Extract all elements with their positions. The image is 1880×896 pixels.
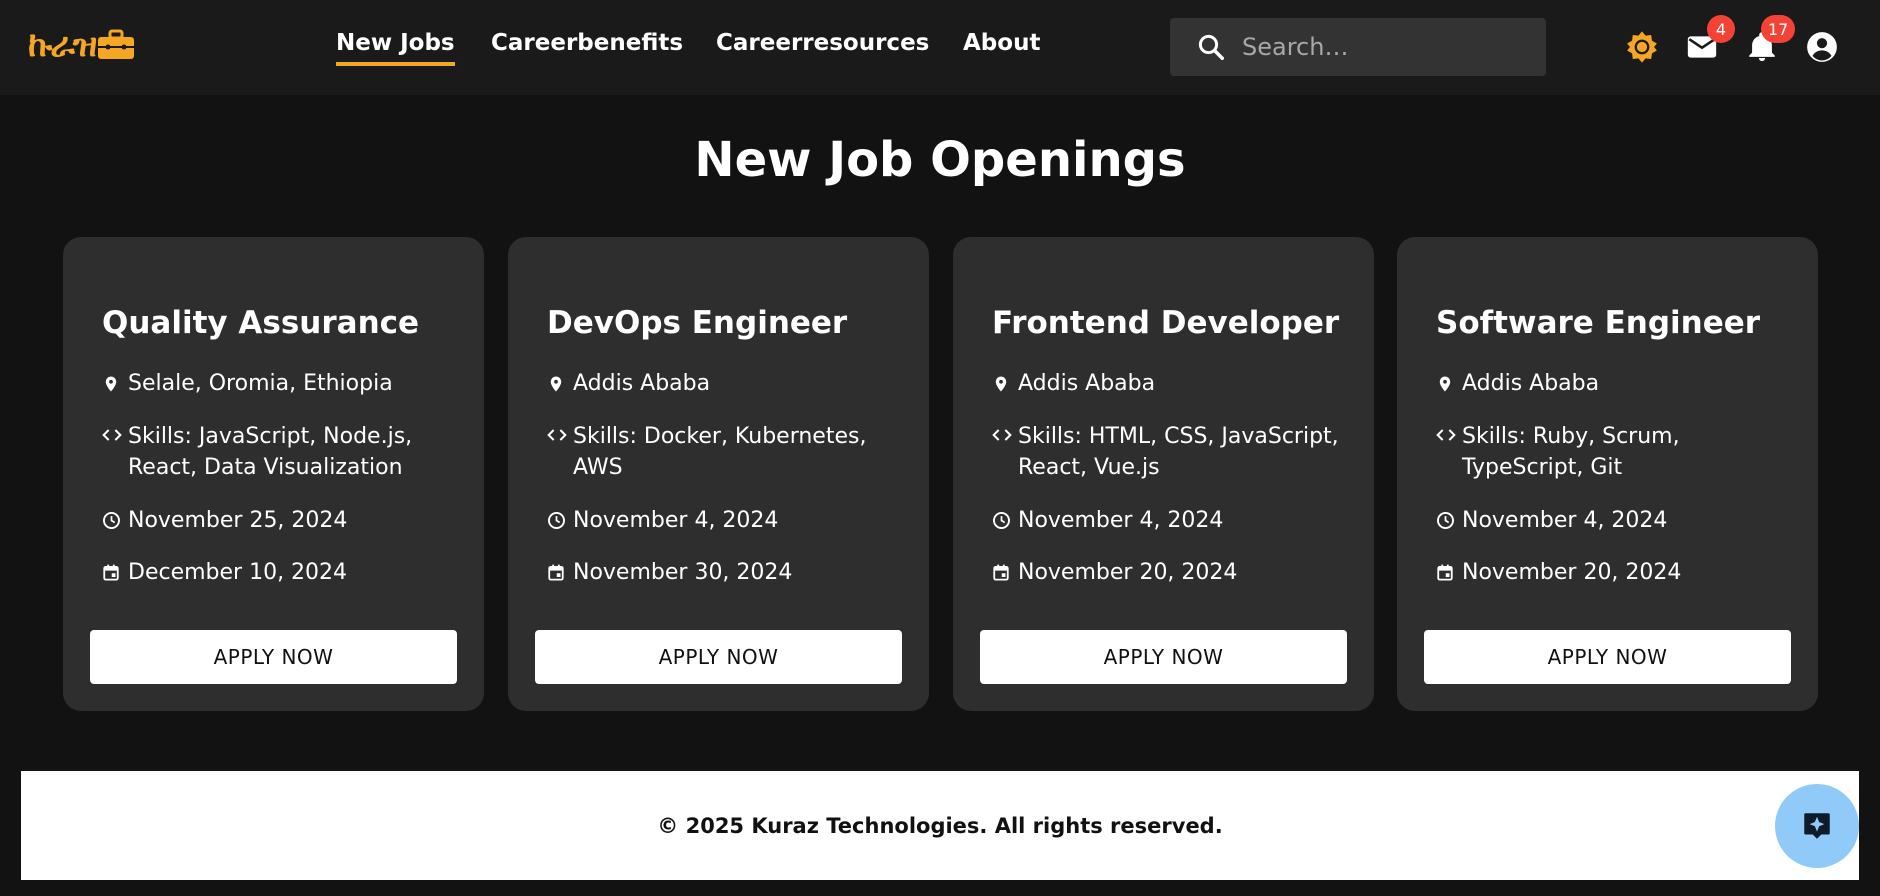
theme-toggle-icon[interactable] [1625, 30, 1659, 64]
search-icon [1198, 34, 1224, 60]
job-skills: Skills: HTML, CSS, JavaScript, React, Vu… [1018, 424, 1339, 480]
top-app-bar: ኩራዝ New Jobs Careerbenefits Careerresour… [0, 0, 1880, 95]
code-icon [992, 421, 1018, 483]
messages-count-badge: 4 [1707, 15, 1735, 43]
job-deadline-row: November 20, 2024 [992, 557, 1344, 588]
job-deadline-date: November 30, 2024 [573, 560, 793, 585]
job-location-row: Addis Ababa [992, 368, 1344, 399]
calendar-icon [547, 557, 573, 588]
location-pin-icon [992, 368, 1018, 399]
page-title: New Job Openings [694, 132, 1186, 188]
job-location: Selale, Oromia, Ethiopia [128, 371, 393, 396]
job-location: Addis Ababa [1018, 371, 1156, 396]
clock-icon [1436, 505, 1462, 536]
job-skills: Skills: Docker, Kubernetes, AWS [573, 424, 867, 480]
notifications-button[interactable]: 17 [1745, 15, 1796, 64]
code-icon [547, 421, 573, 483]
calendar-icon [102, 557, 128, 588]
job-deadline-row: November 20, 2024 [1436, 557, 1788, 588]
clock-icon [992, 505, 1018, 536]
job-posted-row: November 4, 2024 [992, 505, 1344, 536]
location-pin-icon [547, 368, 573, 399]
assistant-fab-button[interactable] [1775, 784, 1859, 868]
clock-icon [102, 505, 128, 536]
job-posted-row: November 4, 2024 [547, 505, 899, 536]
copyright-text: © 2025 Kuraz Technologies. All rights re… [657, 813, 1223, 838]
main-nav: New Jobs Careerbenefits Careerresources … [0, 0, 1880, 95]
apply-now-button[interactable]: APPLY NOW [535, 630, 902, 684]
job-deadline-row: December 10, 2024 [102, 557, 454, 588]
job-location: Addis Ababa [573, 371, 711, 396]
nav-careerresources[interactable]: Careerresources [716, 30, 929, 56]
job-title: Software Engineer [1436, 305, 1761, 341]
job-deadline-row: November 30, 2024 [547, 557, 899, 588]
job-skills-row: Skills: Ruby, Scrum, TypeScript, Git [1436, 421, 1788, 483]
apply-now-button[interactable]: APPLY NOW [90, 630, 457, 684]
job-posted-date: November 4, 2024 [573, 508, 779, 533]
job-location: Addis Ababa [1462, 371, 1600, 396]
job-card: DevOps Engineer Addis Ababa Skills: Dock… [508, 237, 929, 711]
account-icon[interactable] [1805, 30, 1839, 64]
job-card: Software Engineer Addis Ababa Skills: Ru… [1397, 237, 1818, 711]
job-title: Quality Assurance [102, 305, 420, 341]
job-skills: Skills: JavaScript, Node.js, React, Data… [128, 424, 413, 480]
job-card: Quality Assurance Selale, Oromia, Ethiop… [63, 237, 484, 711]
code-icon [102, 421, 128, 483]
apply-now-button[interactable]: APPLY NOW [980, 630, 1347, 684]
nav-careerbenefits[interactable]: Careerbenefits [491, 30, 683, 56]
job-posted-date: November 4, 2024 [1018, 508, 1224, 533]
nav-about[interactable]: About [963, 30, 1040, 56]
job-posted-date: November 4, 2024 [1462, 508, 1668, 533]
location-pin-icon [1436, 368, 1462, 399]
job-posted-row: November 25, 2024 [102, 505, 454, 536]
notifications-count-badge: 17 [1761, 15, 1796, 43]
job-card: Frontend Developer Addis Ababa Skills: H… [953, 237, 1374, 711]
search-input[interactable] [1242, 33, 1532, 61]
location-pin-icon [102, 368, 128, 399]
job-deadline-date: December 10, 2024 [128, 560, 348, 585]
sparkle-icon [1804, 813, 1830, 839]
job-deadline-date: November 20, 2024 [1462, 560, 1682, 585]
search-box [1170, 18, 1546, 76]
job-location-row: Addis Ababa [547, 368, 899, 399]
nav-new-jobs[interactable]: New Jobs [336, 30, 455, 66]
job-deadline-date: November 20, 2024 [1018, 560, 1238, 585]
job-skills-row: Skills: JavaScript, Node.js, React, Data… [102, 421, 454, 483]
job-location-row: Selale, Oromia, Ethiopia [102, 368, 454, 399]
job-title: DevOps Engineer [547, 305, 848, 341]
job-title: Frontend Developer [992, 305, 1340, 341]
job-posted-row: November 4, 2024 [1436, 505, 1788, 536]
clock-icon [547, 505, 573, 536]
footer: © 2025 Kuraz Technologies. All rights re… [21, 771, 1859, 880]
calendar-icon [1436, 557, 1462, 588]
job-skills-row: Skills: Docker, Kubernetes, AWS [547, 421, 899, 483]
job-location-row: Addis Ababa [1436, 368, 1788, 399]
job-skills-row: Skills: HTML, CSS, JavaScript, React, Vu… [992, 421, 1344, 483]
apply-now-button[interactable]: APPLY NOW [1424, 630, 1791, 684]
messages-button[interactable]: 4 [1685, 15, 1735, 64]
calendar-icon [992, 557, 1018, 588]
job-posted-date: November 25, 2024 [128, 508, 348, 533]
code-icon [1436, 421, 1462, 483]
job-skills: Skills: Ruby, Scrum, TypeScript, Git [1462, 424, 1680, 480]
